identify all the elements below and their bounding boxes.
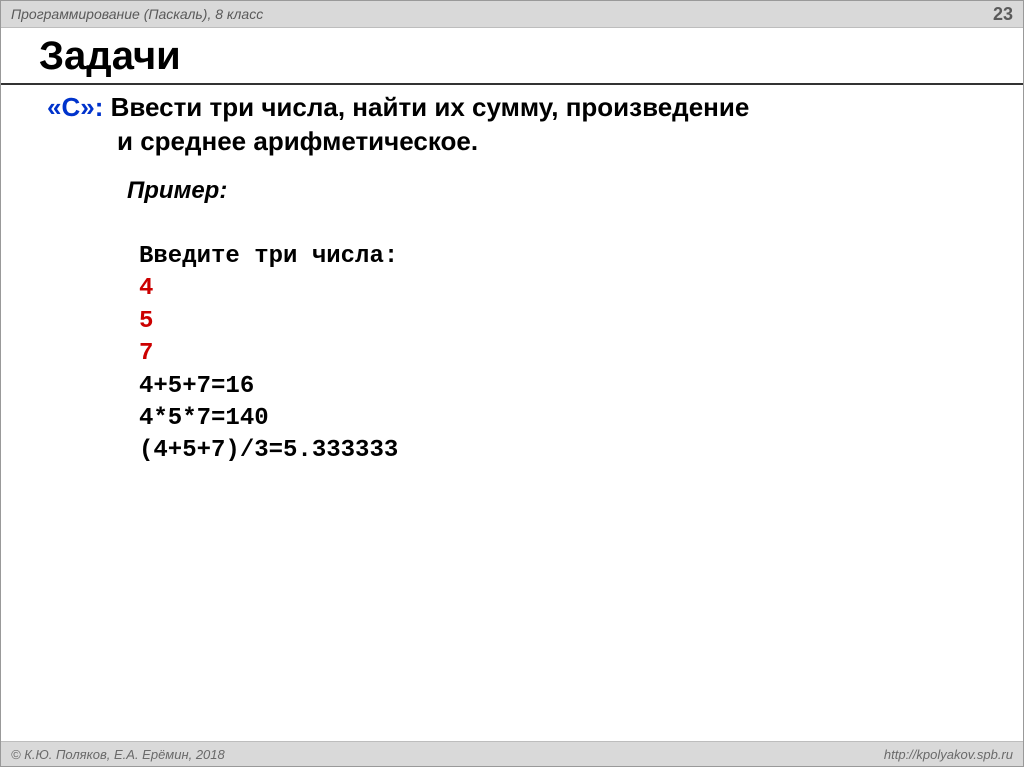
example-output-2: 4*5*7=140 <box>139 405 269 432</box>
task-text-line1: Ввести три числа, найти их сумму, произв… <box>103 92 749 122</box>
course-label: Программирование (Паскаль), 8 класс <box>11 6 263 22</box>
slide-title: Задачи <box>39 34 1023 79</box>
footer-url: http://kpolyakov.spb.ru <box>884 747 1013 762</box>
example-label: Пример: <box>127 177 977 205</box>
example-prompt: Введите три числа: <box>139 243 398 270</box>
copyright: © К.Ю. Поляков, Е.А. Ерёмин, 2018 <box>11 747 225 762</box>
content-area: «С»: Ввести три числа, найти их сумму, п… <box>1 91 1023 468</box>
example-output-3: (4+5+7)/3=5.333333 <box>139 437 398 464</box>
page-number: 23 <box>993 4 1013 25</box>
top-bar: Программирование (Паскаль), 8 класс 23 <box>1 1 1023 28</box>
slide: Программирование (Паскаль), 8 класс 23 З… <box>0 0 1024 767</box>
task-statement: «С»: Ввести три числа, найти их сумму, п… <box>47 91 977 125</box>
example-input-1: 4 <box>139 275 153 302</box>
task-label: «С»: <box>47 92 103 122</box>
example-output-1: 4+5+7=16 <box>139 373 254 400</box>
example-block: Введите три числа: 4 5 7 4+5+7=16 4*5*7=… <box>139 209 977 468</box>
title-wrap: Задачи <box>1 28 1023 85</box>
example-input-2: 5 <box>139 308 153 335</box>
bottom-bar: © К.Ю. Поляков, Е.А. Ерёмин, 2018 http:/… <box>1 741 1023 766</box>
example-input-3: 7 <box>139 340 153 367</box>
task-text-line2: и среднее арифметическое. <box>117 125 977 159</box>
